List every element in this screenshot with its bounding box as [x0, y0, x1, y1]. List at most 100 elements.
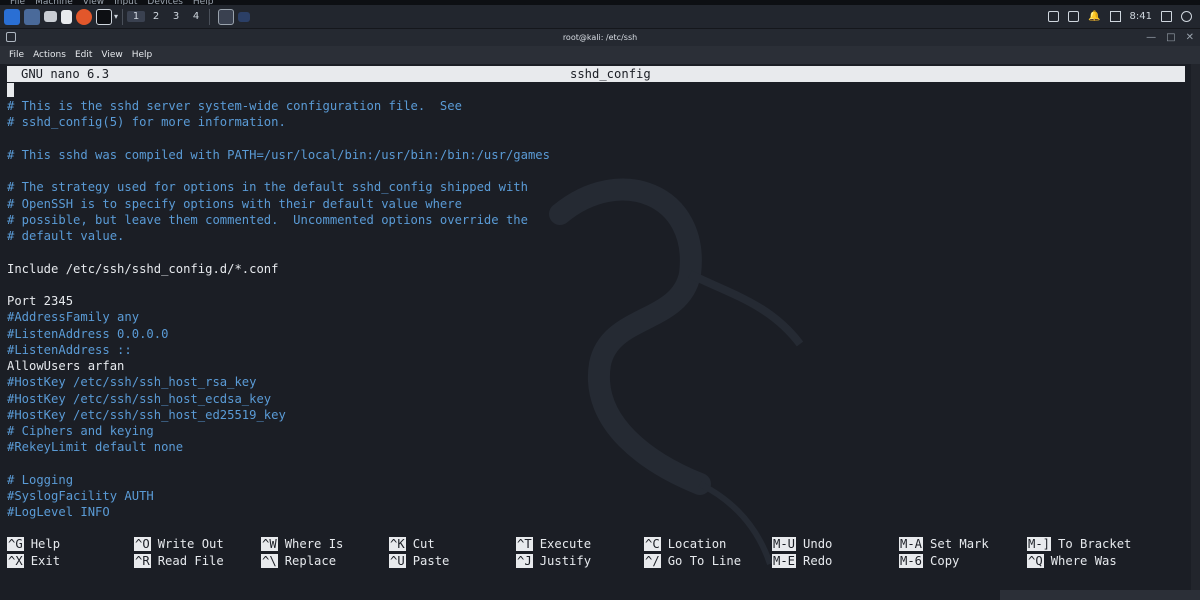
- comment-line[interactable]: #HostKey /etc/ssh/ssh_host_rsa_key: [7, 374, 550, 390]
- shortcut-item[interactable]: ^W Where Is: [261, 536, 343, 552]
- comment-line[interactable]: # default value.: [7, 228, 550, 244]
- terminal-task-icon[interactable]: [218, 8, 235, 25]
- shortcut-item[interactable]: ^G Help: [7, 536, 60, 552]
- clock[interactable]: 8:41: [1130, 11, 1152, 22]
- comment-line[interactable]: #HostKey /etc/ssh/ssh_host_ecdsa_key: [7, 391, 550, 407]
- shortcut-label: Write Out: [157, 537, 224, 551]
- shortcut-item[interactable]: M-] To Bracket: [1027, 536, 1131, 552]
- comment-line[interactable]: #AddressFamily any: [7, 309, 550, 325]
- lock-icon[interactable]: [1161, 11, 1172, 22]
- shortcut-label: Where Is: [284, 537, 344, 551]
- battery-icon[interactable]: [1109, 11, 1121, 22]
- file-content[interactable]: # This is the sshd server system-wide co…: [7, 98, 550, 521]
- window-task-icon[interactable]: [238, 11, 251, 22]
- menu-actions[interactable]: Actions: [33, 50, 66, 60]
- workspace-switcher: 1234: [127, 11, 205, 22]
- shortcut-item[interactable]: ^R Read File: [134, 553, 224, 569]
- blank-line[interactable]: [7, 456, 550, 472]
- menu-view[interactable]: View: [101, 50, 122, 60]
- comment-line[interactable]: #HostKey /etc/ssh/ssh_host_ed25519_key: [7, 407, 550, 423]
- shortcut-item[interactable]: ^\ Replace: [261, 553, 336, 569]
- comment-line[interactable]: #ListenAddress 0.0.0.0: [7, 326, 550, 342]
- minimize-icon[interactable]: —: [1146, 29, 1156, 46]
- window-titlebar[interactable]: root@kali: /etc/ssh — □ ✕: [0, 29, 1200, 46]
- comment-line[interactable]: #RekeyLimit default none: [7, 439, 550, 455]
- comment-line[interactable]: # OpenSSH is to specify options with the…: [7, 196, 550, 212]
- shortcut-item[interactable]: M-6 Copy: [899, 553, 959, 569]
- comment-line[interactable]: #ListenAddress ::: [7, 342, 550, 358]
- comment-line[interactable]: #LogLevel INFO: [7, 504, 550, 520]
- shortcut-label: Paste: [412, 553, 450, 568]
- menu-help[interactable]: Help: [132, 50, 153, 60]
- panel-separator: [209, 8, 211, 25]
- maximize-icon[interactable]: □: [1166, 29, 1175, 46]
- firefox-icon[interactable]: [76, 8, 92, 25]
- blank-line[interactable]: [7, 277, 550, 293]
- desktop-icon[interactable]: [24, 8, 40, 25]
- shortcut-item[interactable]: ^K Cut: [389, 536, 435, 552]
- blank-line[interactable]: [7, 244, 550, 260]
- scrollbar[interactable]: [1191, 64, 1200, 600]
- shortcut-key: M-6: [899, 553, 924, 568]
- workspace-1[interactable]: 1: [127, 11, 146, 22]
- shortcut-key: M-E: [772, 553, 797, 568]
- comment-line[interactable]: # The strategy used for options in the d…: [7, 179, 550, 195]
- comment-line[interactable]: # sshd_config(5) for more information.: [7, 114, 550, 130]
- shortcut-item[interactable]: ^J Justify: [516, 553, 591, 569]
- comment-line[interactable]: # This sshd was compiled with PATH=/usr/…: [7, 147, 550, 163]
- workspace-2[interactable]: 2: [147, 11, 165, 22]
- text-cursor: [7, 83, 14, 97]
- shortcut-label: Location: [667, 537, 727, 551]
- config-line[interactable]: AllowUsers arfan: [7, 358, 550, 374]
- shortcut-label: Replace: [284, 553, 337, 568]
- shortcut-key: ^U: [389, 553, 406, 568]
- comment-line[interactable]: # Ciphers and keying: [7, 423, 550, 439]
- shortcut-label: Cut: [412, 537, 435, 551]
- blank-line[interactable]: [7, 163, 550, 179]
- menu-edit[interactable]: Edit: [75, 50, 92, 60]
- top-panel: ▾ 1234 🔔 8:41: [0, 5, 1200, 29]
- display-icon[interactable]: [1048, 11, 1060, 22]
- shortcut-key: ^O: [134, 537, 151, 551]
- kali-menu-icon[interactable]: [4, 8, 20, 25]
- shortcut-item[interactable]: ^O Write Out: [134, 536, 224, 552]
- speaker-mute-icon[interactable]: [1068, 11, 1080, 22]
- comment-line[interactable]: #SyslogFacility AUTH: [7, 488, 550, 504]
- shortcut-item[interactable]: M-A Set Mark: [899, 536, 989, 552]
- terminal-icon[interactable]: [96, 8, 112, 25]
- shortcut-key: ^\: [261, 553, 278, 568]
- blank-line[interactable]: [7, 131, 550, 147]
- file-manager-icon[interactable]: [44, 11, 57, 22]
- shortcut-item[interactable]: ^/ Go To Line: [644, 553, 741, 569]
- shortcut-key: M-]: [1027, 537, 1052, 551]
- shortcut-item[interactable]: ^X Exit: [7, 553, 60, 569]
- config-line[interactable]: Port 2345: [7, 293, 550, 309]
- shortcut-key: ^T: [516, 537, 533, 551]
- shortcut-item[interactable]: ^U Paste: [389, 553, 449, 569]
- shortcut-item[interactable]: ^Q Where Was: [1027, 553, 1117, 569]
- shortcut-label: Redo: [803, 553, 833, 568]
- close-icon[interactable]: ✕: [1186, 29, 1194, 46]
- comment-line[interactable]: # Logging: [7, 472, 550, 488]
- shortcut-key: ^/: [644, 553, 661, 568]
- comment-line[interactable]: # possible, but leave them commented. Un…: [7, 212, 550, 228]
- shortcut-key: ^Q: [1027, 553, 1044, 568]
- config-line[interactable]: Include /etc/ssh/sshd_config.d/*.conf: [7, 261, 550, 277]
- workspace-4[interactable]: 4: [187, 11, 205, 22]
- menu-file[interactable]: File: [9, 50, 24, 60]
- shortcut-item[interactable]: M-E Redo: [772, 553, 832, 569]
- notification-bell-icon[interactable]: 🔔: [1088, 11, 1100, 22]
- text-editor-icon[interactable]: [61, 9, 72, 24]
- shortcut-item[interactable]: ^C Location: [644, 536, 726, 552]
- shortcut-label: Read File: [157, 553, 224, 568]
- terminal-area[interactable]: GNU nano 6.3 sshd_config # This is the s…: [0, 64, 1200, 600]
- shortcut-item[interactable]: M-U Undo: [772, 536, 832, 552]
- shortcut-item[interactable]: ^T Execute: [516, 536, 591, 552]
- workspace-3[interactable]: 3: [167, 11, 185, 22]
- shortcut-key: M-U: [772, 537, 797, 551]
- comment-line[interactable]: # This is the sshd server system-wide co…: [7, 98, 550, 114]
- shortcut-label: Justify: [539, 553, 592, 568]
- shortcut-label: Go To Line: [667, 553, 742, 568]
- power-icon[interactable]: [1181, 11, 1192, 22]
- chevron-down-icon[interactable]: ▾: [114, 12, 118, 21]
